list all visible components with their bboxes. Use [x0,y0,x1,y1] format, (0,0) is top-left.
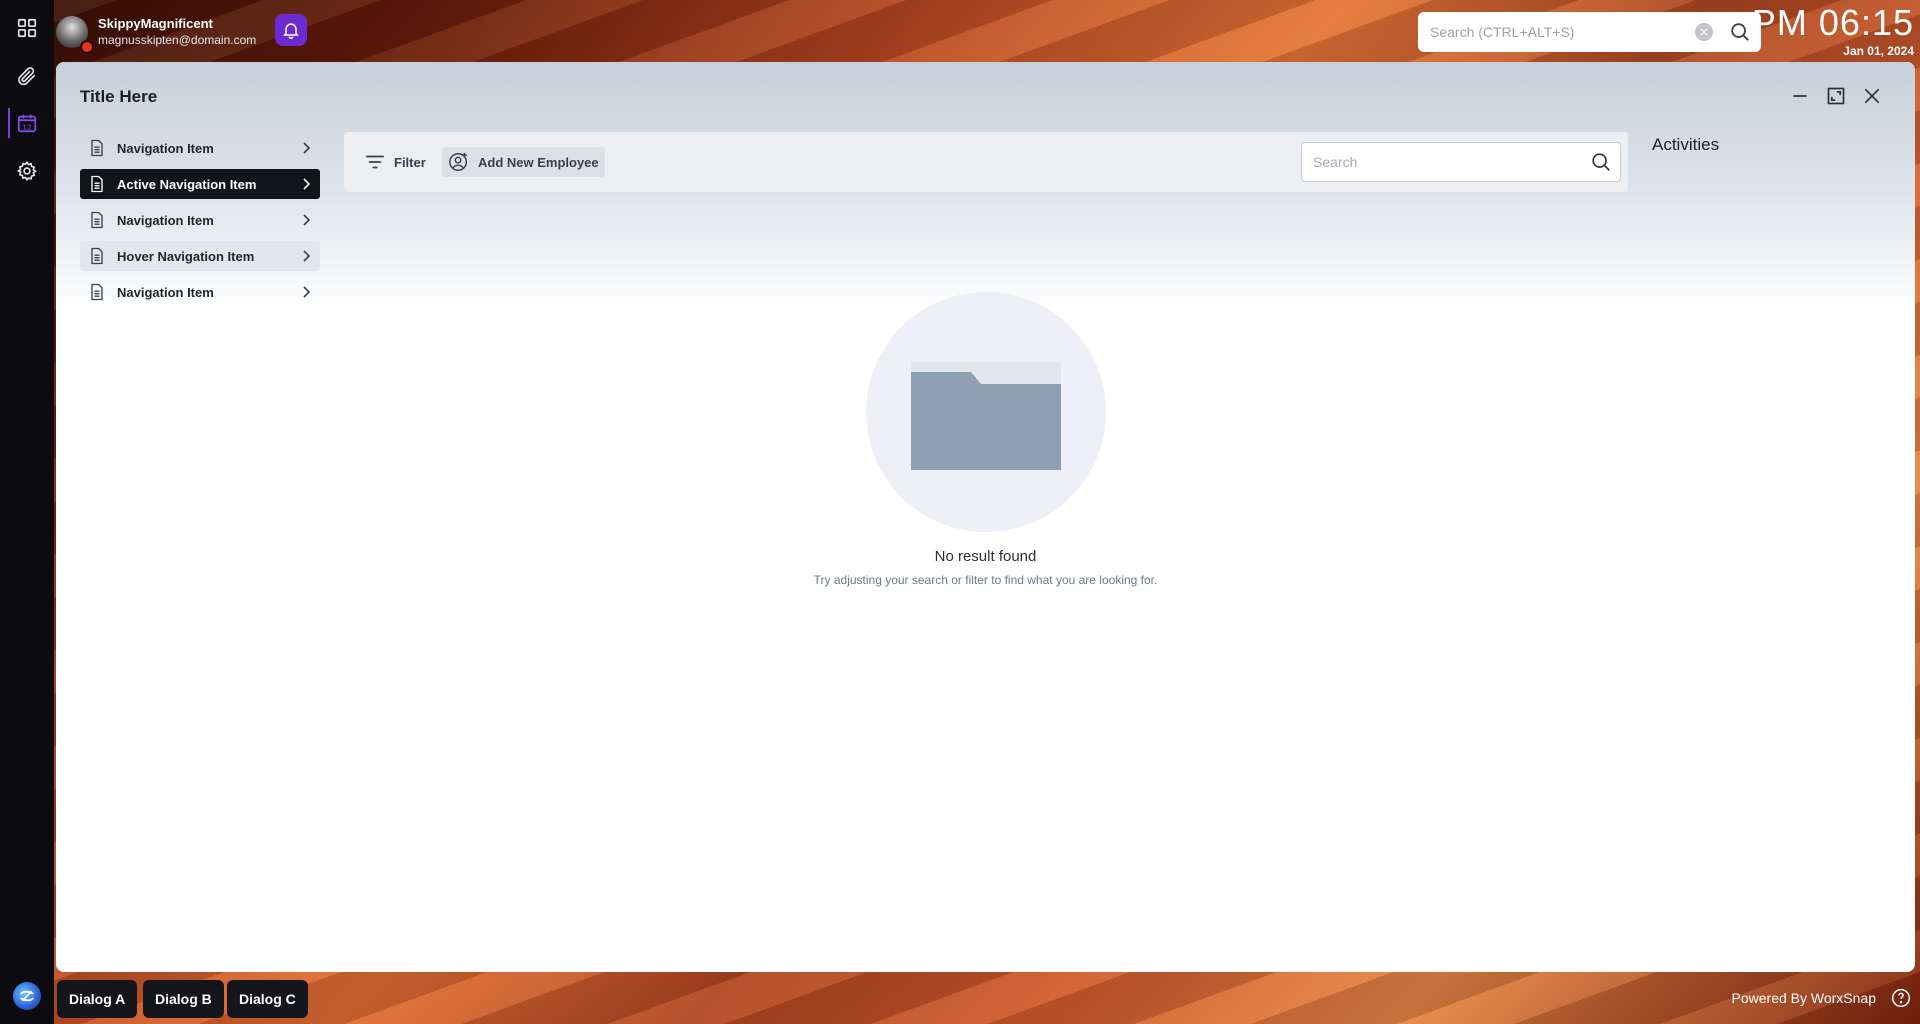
clock-time: PM 06:15 [1751,2,1914,43]
global-search-input[interactable] [1430,24,1695,40]
avatar [56,16,94,54]
app-rail: 12 [0,0,54,1024]
global-search[interactable] [1418,12,1761,52]
help-icon[interactable] [1891,988,1911,1008]
user-email: magnusskipten@domain.com [98,32,257,47]
bell-icon [283,23,299,40]
dialog-c-button[interactable]: Dialog C [227,980,308,1018]
nav-item[interactable]: Navigation Item [80,205,320,235]
maximize-icon [1827,87,1845,105]
nav-item-hover[interactable]: Hover Navigation Item [80,241,320,271]
chevron-right-icon [303,286,311,298]
add-employee-button[interactable]: Add New Employee [442,147,605,177]
nav-item-active[interactable]: Active Navigation Item [80,169,320,199]
grid-icon[interactable] [15,16,39,40]
clear-icon[interactable] [1695,23,1713,41]
gear-icon[interactable] [15,159,39,183]
add-employee-label: Add New Employee [478,154,599,170]
activities-title: Activities [1652,135,1720,154]
status-dot [80,40,94,54]
document-icon [91,139,103,157]
toolbar: Filter Add New Employee [344,132,1628,192]
nav-item-label: Navigation Item [117,284,214,300]
document-icon [91,247,103,265]
minimize-button[interactable] [1788,84,1812,108]
window-title: Title Here [80,87,158,106]
filter-button[interactable]: Filter [364,150,426,174]
paperclip-icon[interactable] [15,64,39,88]
close-icon [1864,88,1880,104]
document-icon [91,175,103,193]
close-button[interactable] [1860,84,1884,108]
empty-state-subtitle: Try adjusting your search or filter to f… [813,573,1158,587]
nav-item-label: Active Navigation Item [117,176,257,192]
rail-active-indicator [8,108,10,138]
maximize-button[interactable] [1824,84,1848,108]
nav-item-label: Navigation Item [117,140,214,156]
nav-item-label: Navigation Item [117,212,214,228]
notifications-button[interactable] [275,14,307,46]
side-navigation: Navigation Item Active Navigation Item N… [80,133,320,313]
clock: PM 06:15 Jan 01, 2024 [1752,2,1914,58]
calendar-icon[interactable]: 12 [15,111,39,135]
chevron-right-icon [303,142,311,154]
nav-item[interactable]: Navigation Item [80,277,320,307]
add-user-icon [449,152,468,171]
user-name: SkippyMagnificent [98,15,213,31]
clock-date: Jan 01, 2024 [1843,44,1914,58]
document-icon [91,283,103,301]
document-icon [91,211,103,229]
search-icon[interactable] [1590,151,1612,173]
search-icon[interactable] [1729,21,1751,43]
nav-item[interactable]: Navigation Item [80,133,320,163]
filter-label: Filter [394,154,426,170]
chevron-right-icon [303,214,311,226]
chevron-right-icon [303,250,311,262]
worxsnap-logo[interactable] [13,982,41,1010]
dialog-b-button[interactable]: Dialog B [143,980,224,1018]
minimize-icon [1793,95,1807,97]
empty-state-title: No result found [934,548,1037,565]
employee-search-input[interactable] [1313,154,1590,170]
dialog-a-button[interactable]: Dialog A [57,980,138,1018]
folder-icon [911,362,1061,470]
svg-text:12: 12 [22,122,31,131]
employee-search[interactable] [1301,142,1621,182]
app-window: Title Here Navigation Item Active Naviga… [56,62,1915,972]
powered-by-label: Powered By WorxSnap [1731,990,1876,1006]
chevron-right-icon [303,178,311,190]
user-profile[interactable]: SkippyMagnificent magnusskipten@domain.c… [56,14,257,54]
filter-icon [365,155,385,169]
empty-state-illustration [866,292,1106,532]
nav-item-label: Hover Navigation Item [117,248,255,264]
